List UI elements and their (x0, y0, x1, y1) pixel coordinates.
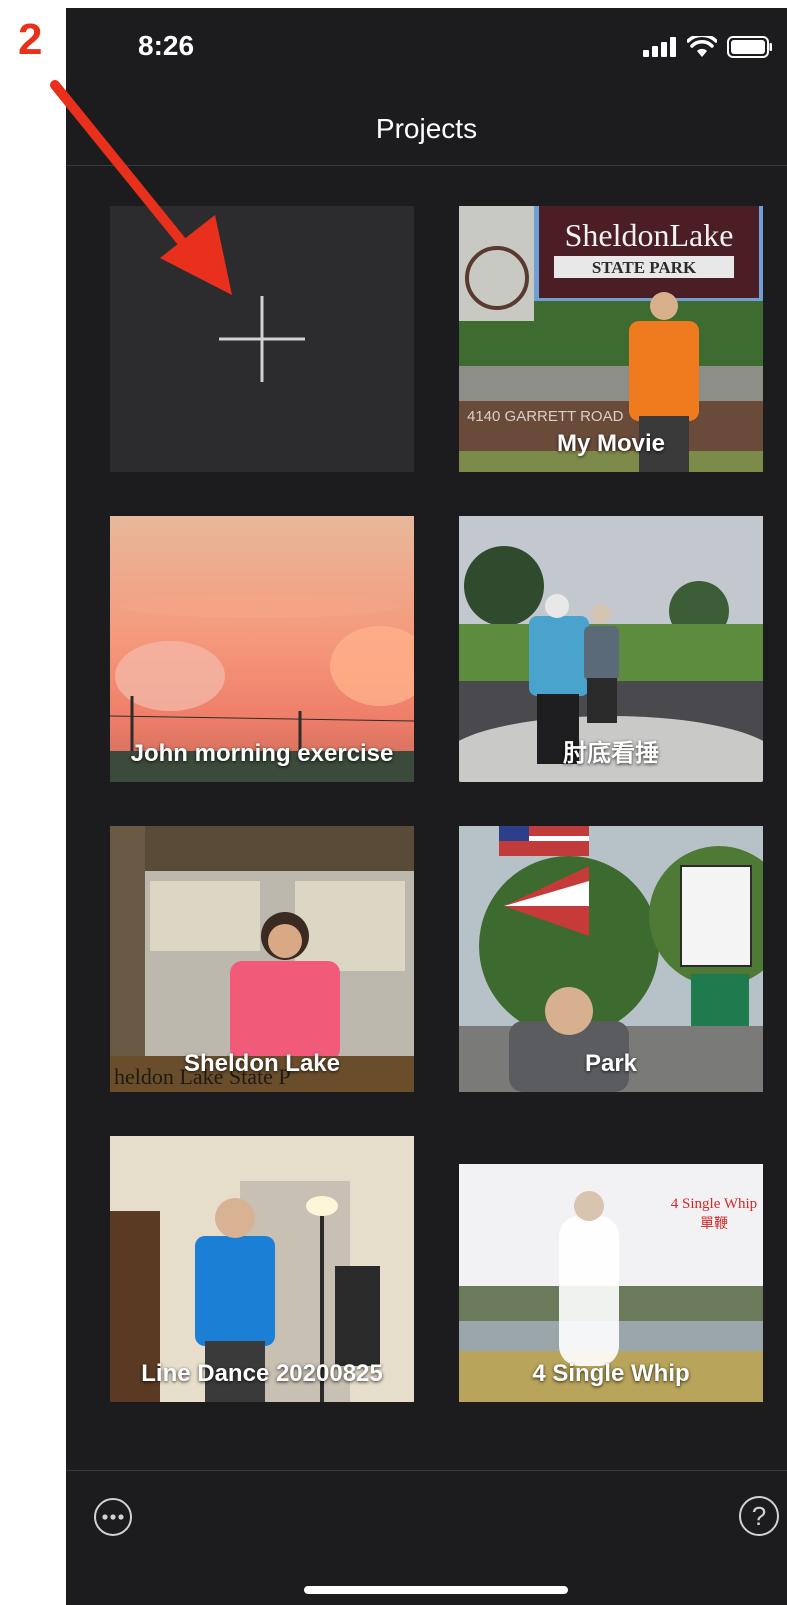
project-title: My Movie (556, 430, 666, 457)
battery-icon (727, 36, 772, 58)
ellipsis-circle-icon (102, 1514, 124, 1520)
help-button[interactable]: ? (739, 1496, 779, 1536)
nav-divider (66, 165, 787, 166)
step-number-annotation: 2 (18, 15, 43, 64)
project-title: John morning exercise (130, 740, 394, 767)
status-icons (643, 36, 773, 58)
project-tile-zhou-di-kan-chui[interactable]: 肘底看捶 (459, 516, 763, 782)
home-indicator[interactable] (304, 1586, 568, 1594)
overlay-text: 4 Single Whip (671, 1196, 757, 1212)
project-title: Line Dance 20200825 (141, 1360, 383, 1387)
project-tile-line-dance[interactable]: Line Dance 20200825 (110, 1136, 414, 1402)
phone-screen: 8:26 Projects SheldonLake STATE PARK 414… (66, 8, 787, 1605)
project-tile-sheldon-lake[interactable]: heldon Lake State P Sheldon Lake (110, 826, 414, 1092)
status-time: 8:26 (138, 30, 195, 61)
page-title: Projects (375, 113, 478, 144)
project-tile-4-single-whip[interactable]: 4 Single Whip 單鞭 4 Single Whip (459, 1136, 763, 1402)
project-title: 4 Single Whip (532, 1360, 690, 1387)
road-text: 4140 GARRETT ROAD (467, 408, 624, 425)
sign-subtext: STATE PARK (592, 258, 697, 277)
toolbar-divider (66, 1470, 787, 1471)
project-tile-my-movie[interactable]: SheldonLake STATE PARK 4140 GARRETT ROAD… (459, 206, 763, 472)
cellular-signal-icon (643, 37, 676, 57)
sign-text: SheldonLake (565, 217, 734, 253)
status-bar: 8:26 (66, 8, 787, 88)
overlay-subtext: 單鞭 (700, 1216, 728, 1232)
project-tile-park[interactable]: Park (459, 826, 763, 1092)
more-options-button[interactable] (94, 1498, 132, 1536)
project-title: 肘底看捶 (563, 740, 659, 767)
plus-icon (219, 296, 305, 382)
wifi-icon (687, 36, 717, 57)
new-project-button[interactable] (110, 206, 414, 472)
project-title: Park (584, 1050, 638, 1077)
project-tile-john-morning-exercise[interactable]: John morning exercise (110, 516, 414, 782)
project-title: Sheldon Lake (183, 1050, 341, 1077)
